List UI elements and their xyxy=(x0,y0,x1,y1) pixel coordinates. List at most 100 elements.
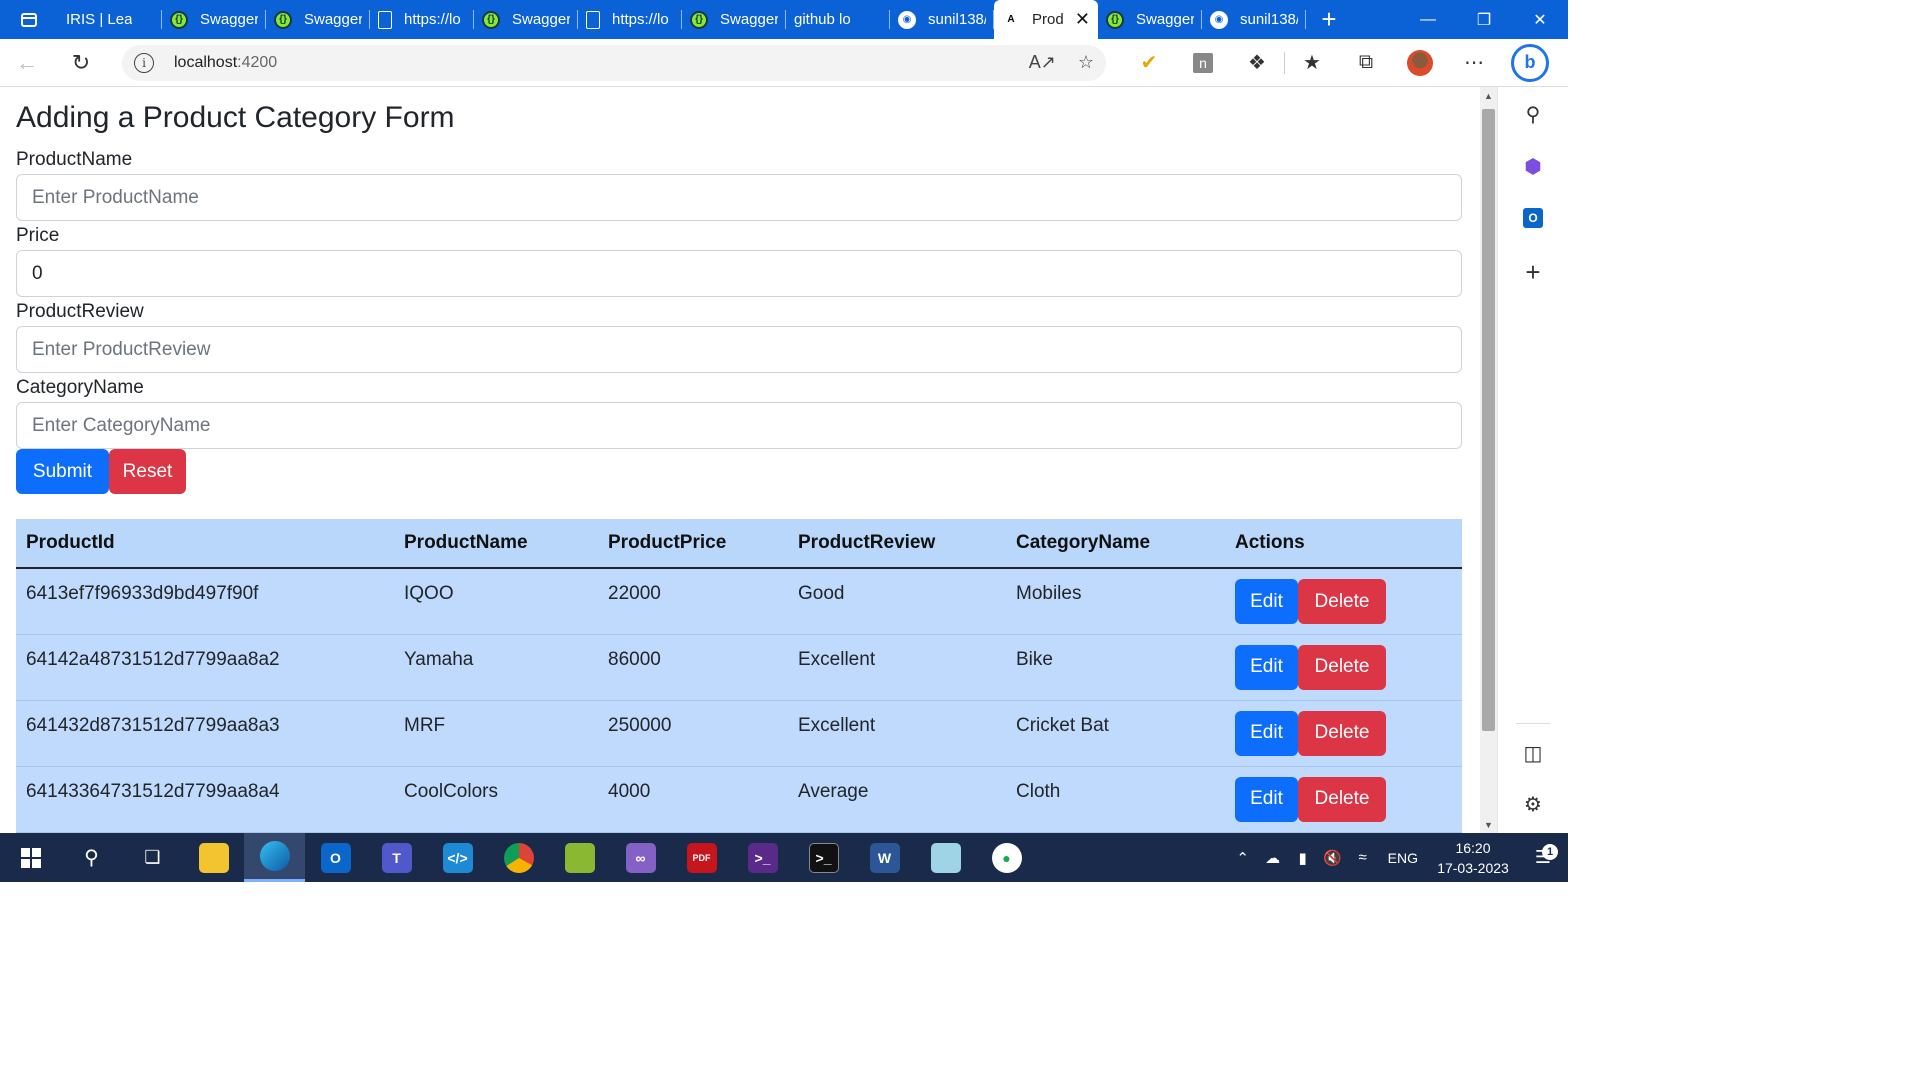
browser-tab[interactable]: ◉ sunil138/ xyxy=(1202,0,1306,39)
add-favorite-icon[interactable]: ☆ xyxy=(1078,52,1094,73)
clock[interactable]: 16:20 17-03-2023 xyxy=(1428,838,1518,878)
scroll-up-icon[interactable]: ▲ xyxy=(1480,87,1497,104)
column-header: Actions xyxy=(1225,519,1462,569)
delete-button[interactable]: Delete xyxy=(1298,710,1386,756)
price-input[interactable] xyxy=(16,250,1462,297)
settings-more-icon[interactable]: ⋯ xyxy=(1447,39,1501,87)
site-info-icon[interactable]: i xyxy=(134,52,154,73)
onedrive-icon[interactable]: ☁ xyxy=(1258,849,1288,867)
extension-check-icon[interactable]: ✔ xyxy=(1122,39,1176,87)
start-button[interactable] xyxy=(0,833,61,882)
close-tab-icon[interactable]: ✕ xyxy=(1075,9,1090,30)
chrome-taskbar-icon[interactable] xyxy=(488,833,549,882)
address-bar[interactable]: i localhost:4200 A↗ ☆ xyxy=(122,44,1106,81)
category-name-input[interactable] xyxy=(16,402,1462,449)
browser-tab[interactable]: https://lo xyxy=(370,0,474,39)
cmd-taskbar-icon[interactable]: >_ xyxy=(793,833,854,882)
add-sidebar-app-icon[interactable]: + xyxy=(1520,257,1546,287)
wifi-icon[interactable]: ≈ xyxy=(1348,849,1378,866)
browser-tab[interactable]: {} Swagger xyxy=(266,0,370,39)
edit-button[interactable]: Edit xyxy=(1235,579,1298,624)
favorites-icon[interactable]: ★ xyxy=(1285,39,1339,87)
close-window-icon[interactable]: ✕ xyxy=(1512,0,1568,39)
terminal-purple-taskbar-icon[interactable]: >_ xyxy=(732,833,793,882)
file-explorer-icon[interactable] xyxy=(183,833,244,882)
delete-button[interactable]: Delete xyxy=(1298,579,1386,624)
delete-button[interactable]: Delete xyxy=(1298,644,1386,690)
sidebar-settings-icon[interactable]: ⚙ xyxy=(1520,791,1546,817)
read-aloud-icon[interactable]: A↗ xyxy=(1029,52,1056,73)
edit-button[interactable]: Edit xyxy=(1235,644,1298,690)
column-header: ProductId xyxy=(16,519,394,569)
scroll-down-icon[interactable]: ▼ xyxy=(1480,816,1497,833)
reset-button[interactable]: Reset xyxy=(109,449,186,494)
url-text[interactable]: localhost:4200 xyxy=(174,54,277,72)
tab-strip: IRIS | Lea {} Swagger {} Swagger https://lo {}… xyxy=(58,0,1306,39)
battery-icon[interactable]: ▮ xyxy=(1288,849,1318,867)
search-icon[interactable]: ⚲ xyxy=(1520,101,1546,127)
tab-label: Swagger xyxy=(304,11,362,28)
volume-muted-icon[interactable]: 🔇 xyxy=(1318,849,1348,867)
restore-icon[interactable]: ❐ xyxy=(1456,0,1512,39)
extensions-puzzle-icon[interactable]: ❖ xyxy=(1230,39,1284,87)
refresh-button[interactable]: ↻ xyxy=(54,39,108,87)
browser-tab[interactable]: {} Swagger xyxy=(682,0,786,39)
table-cell-review: Excellent xyxy=(788,700,1006,767)
edge-taskbar-icon[interactable] xyxy=(244,833,305,882)
copilot-icon[interactable]: ⬢ xyxy=(1520,153,1546,179)
github-icon: ◉ xyxy=(898,10,916,29)
notification-center-icon[interactable]: ☰1 xyxy=(1518,844,1568,868)
browser-tab[interactable]: A Prod ✕ xyxy=(994,0,1098,39)
pdf-taskbar-icon[interactable]: PDF xyxy=(671,833,732,882)
browser-tab[interactable]: github lo xyxy=(786,0,890,39)
delete-button[interactable]: Delete xyxy=(1298,776,1386,822)
minimize-icon[interactable]: — xyxy=(1400,0,1456,39)
collections-icon[interactable]: ⧉ xyxy=(1339,39,1393,87)
browser-tab[interactable]: {} Swagger xyxy=(1098,0,1202,39)
notes-taskbar-icon[interactable] xyxy=(915,833,976,882)
product-review-input[interactable] xyxy=(16,326,1462,373)
browser-tab[interactable]: {} Swagger xyxy=(162,0,266,39)
tab-label: Swagger xyxy=(512,11,570,28)
github-icon: ◉ xyxy=(1210,10,1228,29)
table-row: 64143364731512d7799aa8a4 CoolColors 4000 Av… xyxy=(16,766,1462,833)
table-cell-review: Excellent xyxy=(788,634,1006,701)
outlook-icon[interactable]: O xyxy=(1520,205,1546,231)
bing-copilot-icon[interactable]: b xyxy=(1511,43,1549,82)
table-cell-id: 64142a48731512d7799aa8a2 xyxy=(16,634,394,701)
back-button[interactable]: ← xyxy=(0,39,54,87)
browser-tab[interactable]: https://lo xyxy=(578,0,682,39)
browser-tab[interactable]: IRIS | Lea xyxy=(58,0,162,39)
submit-button[interactable]: Submit xyxy=(16,449,109,494)
product-name-input[interactable] xyxy=(16,174,1462,221)
task-view-icon[interactable]: ❏ xyxy=(122,833,183,882)
word-taskbar-icon[interactable]: W xyxy=(854,833,915,882)
visual-studio-taskbar-icon[interactable]: ∞ xyxy=(610,833,671,882)
mongodb-taskbar-icon[interactable]: ● xyxy=(976,833,1037,882)
vscode-taskbar-icon[interactable]: </> xyxy=(427,833,488,882)
hide-sidebar-icon[interactable]: ◫ xyxy=(1520,740,1546,766)
language-indicator[interactable]: ENG xyxy=(1388,850,1418,866)
outlook-taskbar-icon[interactable]: O xyxy=(305,833,366,882)
column-header: ProductReview xyxy=(788,519,1006,569)
page-scrollbar[interactable]: ▲ ▼ xyxy=(1480,87,1497,833)
browser-tab[interactable]: {} Swagger xyxy=(474,0,578,39)
address-toolbar: ← ↻ i localhost:4200 A↗ ☆ ✔ n ❖ ★ ⧉ ⋯ b xyxy=(0,39,1568,87)
browser-tab[interactable]: ◉ sunil138/ xyxy=(890,0,994,39)
column-header: ProductName xyxy=(394,519,598,569)
excel-tool-taskbar-icon[interactable] xyxy=(549,833,610,882)
profile-avatar[interactable] xyxy=(1393,39,1447,87)
new-tab-button[interactable]: + xyxy=(1306,0,1352,39)
window-controls: — ❐ ✕ xyxy=(1400,0,1568,39)
taskbar-search-icon[interactable]: ⚲ xyxy=(61,833,122,882)
tray-chevron-icon[interactable]: ⌃ xyxy=(1228,849,1258,867)
edit-button[interactable]: Edit xyxy=(1235,710,1298,756)
extension-n-icon[interactable]: n xyxy=(1176,39,1230,87)
scroll-thumb[interactable] xyxy=(1482,109,1495,731)
products-table: ProductId ProductName ProductPrice Produ… xyxy=(16,519,1462,833)
tab-actions-menu-icon[interactable] xyxy=(0,0,58,39)
clock-date: 17-03-2023 xyxy=(1437,859,1509,876)
edit-button[interactable]: Edit xyxy=(1235,776,1298,822)
angular-icon: A xyxy=(1002,10,1020,29)
teams-taskbar-icon[interactable]: T xyxy=(366,833,427,882)
